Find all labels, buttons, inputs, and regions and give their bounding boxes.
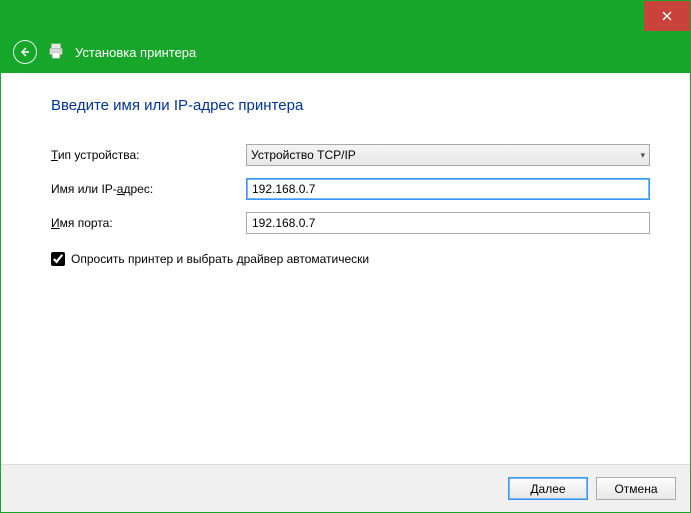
content-area: Введите имя или IP-адрес принтера Тип ус… xyxy=(1,73,690,464)
chevron-down-icon: ▾ xyxy=(640,150,645,161)
close-button[interactable] xyxy=(644,1,690,31)
back-button[interactable] xyxy=(13,40,37,64)
label-ip-address: Имя или IP-адрес: xyxy=(51,182,246,196)
row-auto-detect: Опросить принтер и выбрать драйвер автом… xyxy=(51,252,650,266)
row-port-name: Имя порта: xyxy=(51,212,650,234)
titlebar xyxy=(1,1,690,31)
printer-icon xyxy=(47,42,65,63)
header-title: Установка принтера xyxy=(75,45,196,60)
select-device-type[interactable]: Устройство TCP/IP ▾ xyxy=(246,144,650,166)
footer: Далее Отмена xyxy=(1,464,690,512)
input-ip-address[interactable] xyxy=(246,178,650,200)
page-heading: Введите имя или IP-адрес принтера xyxy=(51,97,650,114)
next-button[interactable]: Далее xyxy=(508,477,588,500)
row-device-type: Тип устройства: Устройство TCP/IP ▾ xyxy=(51,144,650,166)
cancel-button[interactable]: Отмена xyxy=(596,477,676,500)
close-icon xyxy=(662,11,672,21)
input-port-name[interactable] xyxy=(246,212,650,234)
wizard-window: Установка принтера Введите имя или IP-ад… xyxy=(0,0,691,513)
header-bar: Установка принтера xyxy=(1,31,690,73)
label-port-name: Имя порта: xyxy=(51,216,246,230)
label-auto-detect: Опросить принтер и выбрать драйвер автом… xyxy=(71,252,369,266)
arrow-left-icon xyxy=(19,46,31,58)
label-device-type: Тип устройства: xyxy=(51,148,246,162)
row-ip-address: Имя или IP-адрес: xyxy=(51,178,650,200)
select-device-type-value: Устройство TCP/IP xyxy=(251,148,356,162)
checkbox-auto-detect[interactable] xyxy=(51,252,65,266)
